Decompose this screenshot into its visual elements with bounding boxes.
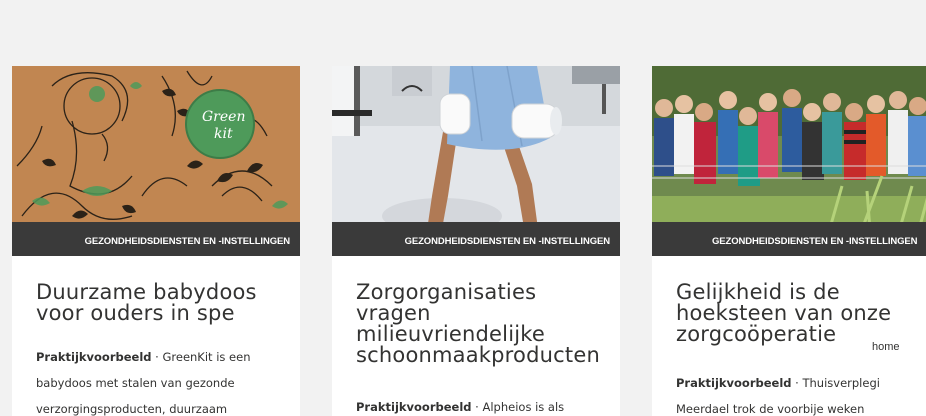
category-band: GEZONDHEIDSDIENSTEN EN -INSTELLINGEN bbox=[652, 222, 926, 256]
card-title[interactable]: Gelijkheid is de hoeksteen van onze zorg… bbox=[676, 282, 926, 345]
category-band: GEZONDHEIDSDIENSTEN EN -INSTELLINGEN bbox=[332, 222, 620, 256]
category-tag[interactable]: GEZONDHEIDSDIENSTEN EN -INSTELLINGEN bbox=[85, 236, 291, 247]
card-title[interactable]: Zorgorganisaties vragen milieuvriendelij… bbox=[356, 282, 606, 366]
excerpt-label: Praktijkvoorbeeld bbox=[356, 400, 472, 414]
article-card-gelijkheid[interactable]: GEZONDHEIDSDIENSTEN EN -INSTELLINGEN Gel… bbox=[652, 66, 926, 416]
card-excerpt: Praktijkvoorbeeld · Thuisverplegi Meerda… bbox=[676, 376, 880, 416]
svg-text:kit: kit bbox=[214, 126, 233, 142]
card-excerpt: Praktijkvoorbeeld · Alpheios is als bbox=[356, 400, 565, 414]
category-band: GEZONDHEIDSDIENSTEN EN -INSTELLINGEN bbox=[12, 222, 300, 256]
greenkit-logo-text: Green bbox=[202, 109, 245, 125]
card-title[interactable]: Duurzame babydoos voor ouders in spe bbox=[36, 282, 286, 324]
article-card-zorgorganisaties[interactable]: GEZONDHEIDSDIENSTEN EN -INSTELLINGEN Zor… bbox=[332, 66, 620, 416]
category-tag[interactable]: GEZONDHEIDSDIENSTEN EN -INSTELLINGEN bbox=[712, 236, 918, 247]
article-card-babydoos[interactable]: Green kit GEZONDHEIDSDIENSTEN EN -INSTEL… bbox=[12, 66, 300, 416]
excerpt-text: Alpheios is als bbox=[482, 400, 565, 414]
excerpt-label: Praktijkvoorbeeld bbox=[676, 376, 792, 390]
category-tag[interactable]: GEZONDHEIDSDIENSTEN EN -INSTELLINGEN bbox=[405, 236, 611, 247]
excerpt-label: Praktijkvoorbeeld bbox=[36, 350, 152, 364]
card-excerpt: Praktijkvoorbeeld · GreenKit is een baby… bbox=[36, 350, 251, 416]
home-link[interactable]: home bbox=[872, 341, 900, 353]
